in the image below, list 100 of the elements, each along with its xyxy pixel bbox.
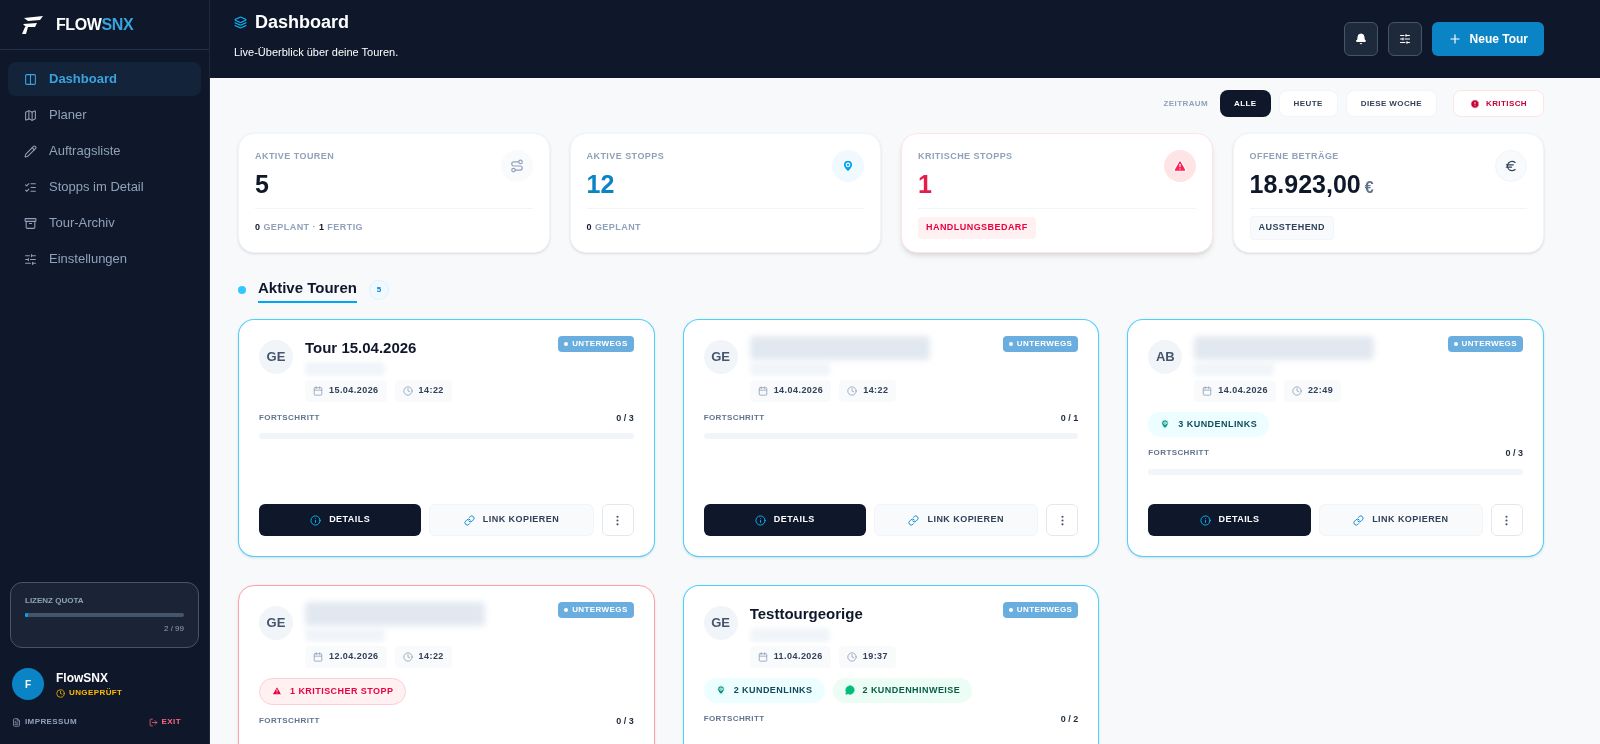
nav-item[interactable]: Planer: [8, 98, 201, 132]
settings-button[interactable]: [1387, 22, 1422, 56]
more-button[interactable]: [1491, 504, 1523, 536]
calendar-icon: [313, 385, 323, 396]
notifications-button[interactable]: [1343, 22, 1378, 56]
avatar: GE: [703, 340, 738, 374]
columns-icon: [24, 72, 37, 86]
critical-filter-button[interactable]: KRITISCH: [1453, 90, 1544, 117]
progress-count: 0 / 3: [1505, 447, 1523, 460]
filter-tab[interactable]: DIESE WOCHE: [1345, 90, 1437, 117]
progress-count: 0 / 3: [616, 411, 634, 425]
filter-tab[interactable]: ALLE: [1220, 90, 1271, 117]
clock-icon: [56, 688, 65, 698]
avatar: GE: [259, 606, 293, 640]
tour-title: Testtourgeorige: [749, 604, 864, 624]
info-icon: [754, 514, 766, 526]
nav-item[interactable]: Dashboard: [8, 62, 201, 96]
archive-icon: [24, 216, 37, 230]
status-badge: UNTERWEGS: [1002, 602, 1079, 618]
stat-footer: 0 GEPLANT: [586, 221, 642, 235]
calendar-icon: [757, 385, 768, 396]
page-subtitle: Live-Überblick über deine Touren.: [234, 45, 399, 61]
impressum-link[interactable]: IMPRESSUM: [12, 716, 78, 728]
calendar-icon: [313, 651, 323, 662]
avatar: GE: [703, 606, 738, 640]
status-badge: UNTERWEGS: [558, 602, 634, 618]
nav-item[interactable]: Tour-Archiv: [8, 206, 201, 240]
route-icon: [500, 150, 533, 182]
verification-status: UNGEPRÜFT: [69, 687, 123, 699]
layers-icon: [234, 16, 247, 30]
progress-label: FORTSCHRITT: [1148, 447, 1210, 459]
more-button[interactable]: [1046, 504, 1079, 536]
map-pin-icon: [1160, 419, 1171, 430]
details-button[interactable]: DETAILS: [703, 504, 866, 536]
stat-value: 1: [918, 168, 932, 200]
warning-icon: [1163, 150, 1196, 182]
time-chip: 19:37: [838, 646, 896, 668]
quota-label: LIZENZ QUOTA: [25, 595, 85, 607]
progress-label: FORTSCHRITT: [259, 411, 320, 424]
checklist-icon: [24, 180, 37, 194]
stat-value: 18.923,00: [1249, 168, 1361, 200]
info-icon: [310, 514, 322, 526]
progress-label: FORTSCHRITT: [259, 715, 320, 727]
stat-label: AKTIVE TOUREN: [255, 150, 335, 163]
date-chip: 14.04.2026: [1194, 380, 1276, 402]
stat-value: 5: [255, 168, 269, 200]
logo-text: FLOWSNX: [56, 14, 134, 35]
status-badge: AUSSTEHEND: [1249, 216, 1334, 240]
sliders-icon: [1398, 33, 1411, 45]
info-icon: [1199, 514, 1211, 526]
calendar-icon: [757, 651, 768, 662]
progress-count: 0 / 1: [1060, 411, 1079, 425]
calendar-icon: [1202, 385, 1213, 396]
sliders-icon: [24, 252, 37, 266]
avatar: GE: [259, 340, 293, 374]
details-button[interactable]: DETAILS: [259, 504, 422, 536]
count-badge: 5: [368, 279, 389, 300]
progress-label: FORTSCHRITT: [703, 713, 765, 725]
stat-label: KRITISCHE STOPPS: [918, 150, 1013, 163]
progress-label: FORTSCHRITT: [703, 411, 765, 424]
document-icon: [12, 717, 21, 727]
quota-reading: 2 / 99: [164, 623, 184, 635]
pencil-icon: [24, 144, 37, 158]
stat-label: AKTIVE STOPPS: [586, 150, 665, 163]
time-chip: 14:22: [394, 380, 452, 402]
more-button[interactable]: [601, 504, 634, 536]
nav-item[interactable]: Stopps im Detail: [8, 170, 201, 204]
copy-link-button[interactable]: LINK KOPIEREN: [1318, 504, 1483, 536]
page-title: Dashboard: [255, 11, 350, 35]
details-button[interactable]: DETAILS: [1148, 504, 1311, 536]
date-chip: 12.04.2026: [305, 646, 387, 668]
link-icon: [908, 514, 920, 526]
filter-label: ZEITRAUM: [1163, 97, 1209, 110]
exit-link[interactable]: EXIT: [148, 716, 181, 728]
nav-item[interactable]: Auftragsliste: [8, 134, 201, 168]
date-chip: 11.04.2026: [749, 646, 831, 668]
time-chip: 14:22: [394, 646, 452, 668]
customer-links-chip: 3 KUNDENLINKS: [1148, 411, 1270, 437]
critical-stop-chip: 1 KRITISCHER STOPP: [259, 677, 407, 705]
clock-icon: [1291, 385, 1302, 396]
stat-value: 12: [586, 168, 615, 200]
user-avatar: F: [12, 668, 44, 700]
chat-icon: [844, 685, 855, 696]
filter-tab[interactable]: HEUTE: [1278, 90, 1338, 117]
bell-icon: [1354, 33, 1367, 45]
status-badge: UNTERWEGS: [1002, 336, 1079, 352]
clock-icon: [847, 385, 858, 396]
copy-link-button[interactable]: LINK KOPIEREN: [874, 504, 1039, 536]
link-icon: [463, 514, 475, 526]
status-badge: HANDLUNGSBEDARF: [918, 217, 1036, 239]
copy-link-button[interactable]: LINK KOPIEREN: [429, 504, 594, 536]
new-tour-button[interactable]: Neue Tour: [1431, 22, 1544, 56]
status-badge: UNTERWEGS: [1447, 336, 1523, 352]
progress-count: 0 / 2: [1060, 713, 1079, 726]
avatar: AB: [1148, 340, 1183, 374]
map-pin-icon: [715, 685, 726, 696]
map-icon: [24, 108, 37, 122]
stat-footer: 0 GEPLANT · 1 FERTIG: [255, 221, 364, 235]
nav-item[interactable]: Einstellungen: [8, 242, 201, 276]
customer-links-chip: 2 KUNDENLINKS: [703, 677, 825, 703]
